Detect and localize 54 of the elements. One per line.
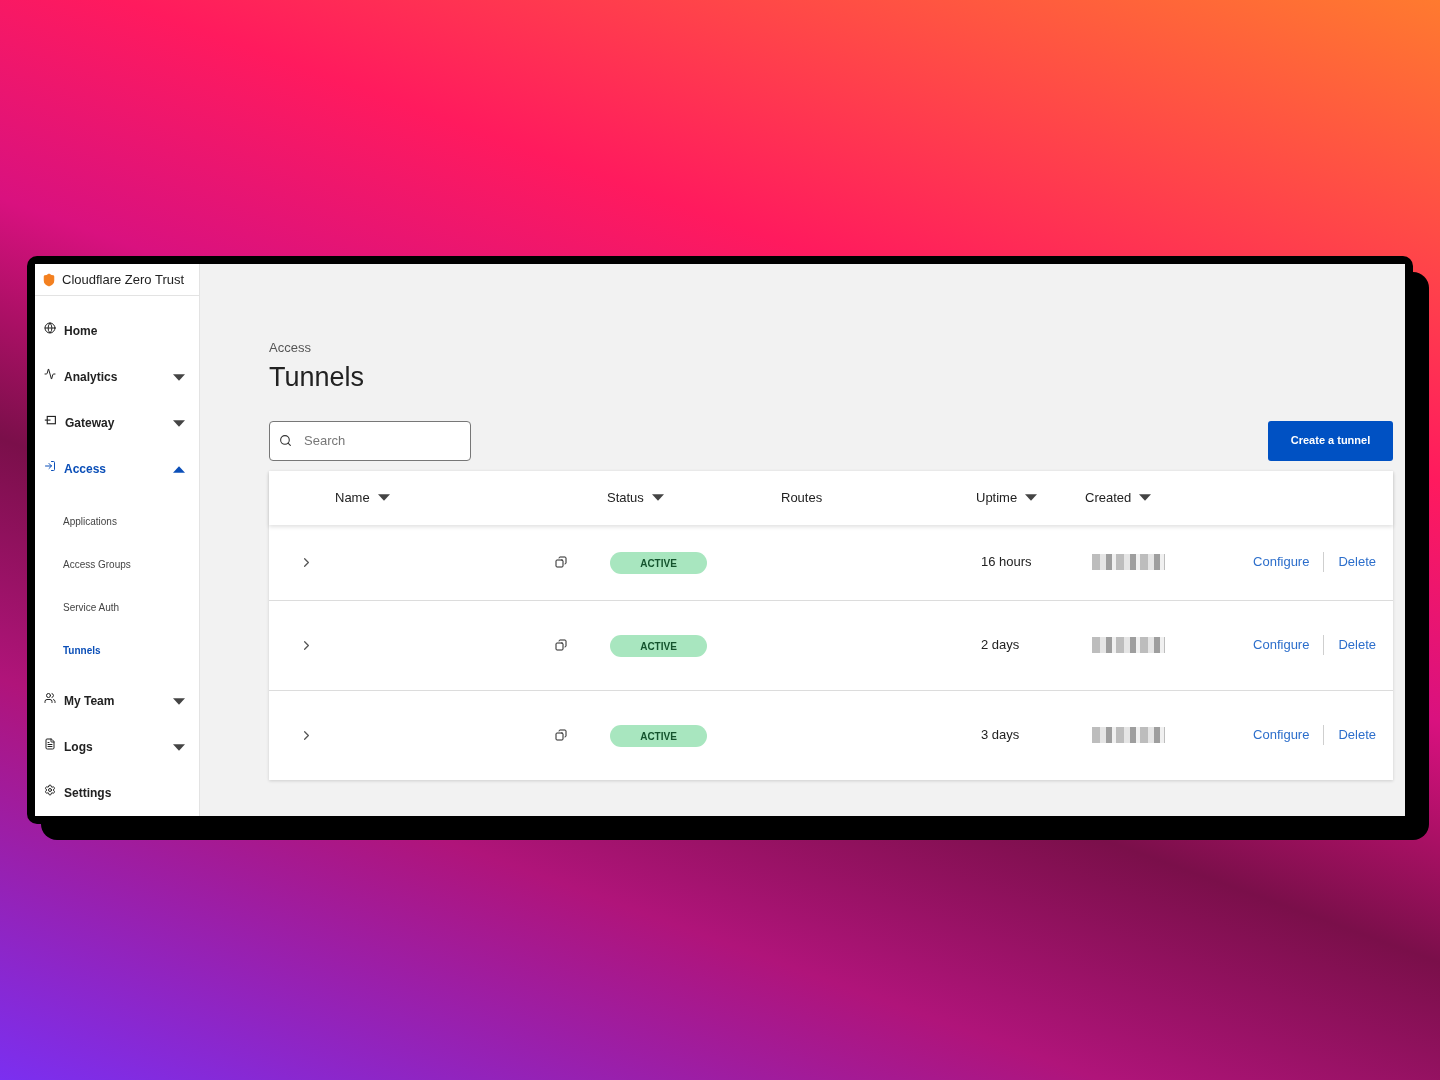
action-link[interactable]: Configure bbox=[1253, 725, 1310, 745]
copy-icon[interactable] bbox=[555, 729, 567, 741]
nav-item[interactable]: Analytics bbox=[35, 354, 199, 400]
action-link[interactable]: Delete bbox=[1338, 725, 1376, 745]
copy-icon[interactable] bbox=[555, 639, 567, 651]
brand-name: Cloudflare Zero Trust bbox=[62, 270, 185, 289]
create-tunnel-button[interactable]: Create a tunnel bbox=[1268, 420, 1393, 461]
nav-subitem[interactable]: Tunnels bbox=[35, 629, 199, 672]
people-icon bbox=[44, 692, 56, 704]
search-icon bbox=[279, 433, 292, 447]
caret-icon bbox=[173, 419, 185, 427]
column-header[interactable]: Name bbox=[335, 487, 390, 508]
sort-caret-icon bbox=[1139, 494, 1152, 501]
sort-caret-icon bbox=[377, 494, 390, 501]
status-badge: ACTIVE bbox=[610, 552, 707, 575]
copy-icon[interactable] bbox=[555, 556, 567, 568]
nav-item[interactable]: Home bbox=[35, 308, 199, 354]
column-header[interactable]: Routes bbox=[781, 487, 823, 508]
caret-icon bbox=[173, 373, 185, 381]
settings-icon bbox=[44, 784, 56, 796]
column-header[interactable]: Status bbox=[607, 487, 664, 508]
trend-line-icon bbox=[44, 368, 56, 380]
nav-subitem[interactable]: Applications bbox=[35, 500, 199, 543]
nav-item[interactable]: Settings bbox=[35, 770, 199, 816]
sign-in-icon bbox=[44, 460, 56, 472]
gateway-icon bbox=[44, 413, 57, 427]
document-icon bbox=[44, 738, 56, 750]
status-badge: ACTIVE bbox=[610, 725, 707, 748]
status-badge: ACTIVE bbox=[610, 635, 707, 658]
nav-item[interactable]: My Team bbox=[35, 678, 199, 724]
caret-icon bbox=[173, 465, 185, 473]
nav-subitem[interactable]: Service Auth bbox=[35, 586, 199, 629]
action-link[interactable]: Delete bbox=[1338, 635, 1376, 655]
uptime-cell-text: 3 days bbox=[980, 726, 1020, 745]
action-link[interactable]: Delete bbox=[1338, 552, 1376, 572]
nav-item[interactable]: Gateway bbox=[35, 400, 199, 446]
sort-caret-icon bbox=[651, 494, 664, 501]
nav-subitem[interactable]: Access Groups bbox=[35, 543, 199, 586]
caret-icon bbox=[173, 697, 185, 705]
nav-item[interactable]: Logs bbox=[35, 724, 199, 770]
breadcrumb[interactable]: Access bbox=[269, 338, 311, 358]
column-header[interactable]: Uptime bbox=[976, 487, 1038, 508]
uptime-cell-text: 16 hours bbox=[980, 553, 1032, 572]
page-title: Tunnels bbox=[269, 360, 365, 394]
shield-logo-icon bbox=[42, 272, 56, 287]
globe-icon bbox=[44, 322, 56, 334]
search-field[interactable]: Search bbox=[269, 420, 471, 461]
nav-item[interactable]: Access bbox=[35, 446, 199, 492]
action-link[interactable]: Configure bbox=[1253, 552, 1310, 572]
caret-icon bbox=[173, 743, 185, 751]
sort-caret-icon bbox=[1025, 494, 1038, 501]
column-header[interactable]: Created bbox=[1085, 487, 1152, 508]
uptime-cell-text: 2 days bbox=[980, 636, 1020, 655]
action-link[interactable]: Configure bbox=[1253, 635, 1310, 655]
